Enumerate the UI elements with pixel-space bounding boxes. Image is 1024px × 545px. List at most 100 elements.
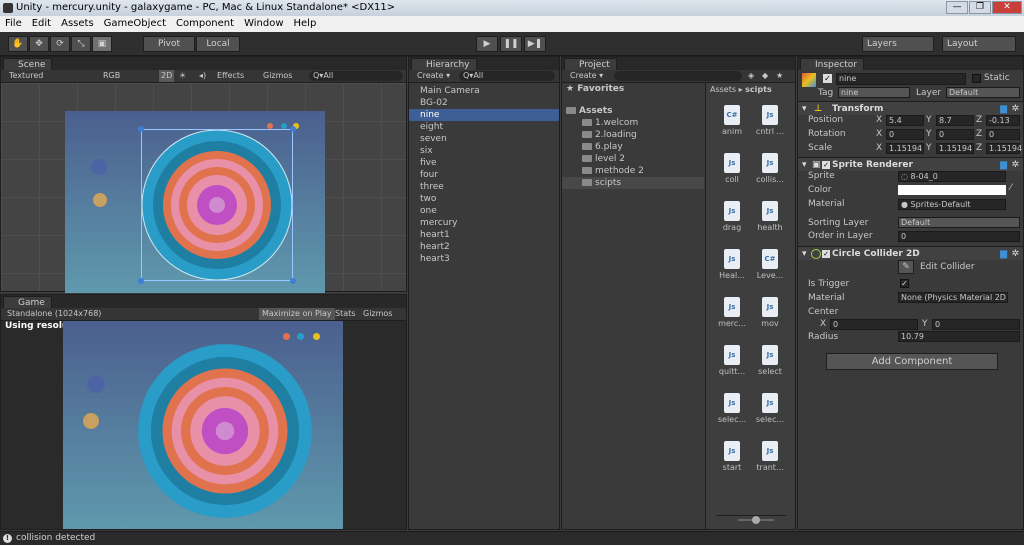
center-x-field[interactable]: 0 (830, 319, 918, 330)
hierarchy-item[interactable]: BG-02 (409, 97, 559, 109)
menu-component[interactable]: Component (171, 16, 239, 32)
hierarchy-search-input[interactable]: Q▾All (459, 71, 555, 81)
edit-collider-button[interactable]: ✎ (898, 260, 914, 274)
center-y-field[interactable]: 0 (932, 319, 1020, 330)
scene-search-input[interactable]: Q▾All (309, 71, 403, 81)
filter-type-icon[interactable]: ◈ (748, 70, 754, 82)
foldout-arrow-icon[interactable]: ▾ (802, 102, 807, 116)
lighting-icon[interactable]: ☀ (179, 70, 186, 82)
rotation-x-field[interactable]: 0 (886, 129, 924, 140)
scale-x-field[interactable]: 1.15194 (886, 143, 924, 154)
hierarchy-item[interactable]: seven (409, 133, 559, 145)
maximize-on-play-toggle[interactable]: Maximize on Play (259, 308, 335, 320)
gear-icon[interactable]: ✲ (1011, 158, 1019, 172)
asset-file[interactable]: Js select (746, 345, 794, 376)
help-book-icon[interactable]: ▆ (1000, 247, 1007, 261)
render-mode-dropdown[interactable]: RGB (103, 70, 120, 82)
tag-dropdown[interactable]: nine (838, 87, 910, 98)
is-trigger-checkbox[interactable]: ✓ (900, 279, 909, 288)
hierarchy-item[interactable]: heart2 (409, 241, 559, 253)
gizmos-dropdown[interactable]: Gizmos (263, 70, 292, 82)
hierarchy-item[interactable]: eight (409, 121, 559, 133)
layer-dropdown[interactable]: Default (946, 87, 1020, 98)
hierarchy-item[interactable]: two (409, 193, 559, 205)
object-name-field[interactable]: nine (836, 73, 966, 85)
help-book-icon[interactable]: ▆ (1000, 158, 1007, 172)
close-button[interactable]: ✕ (992, 1, 1022, 14)
pivot-toggle[interactable]: Pivot (143, 36, 195, 52)
aspect-dropdown[interactable]: Standalone (1024x768) (7, 308, 101, 320)
hierarchy-item[interactable]: heart3 (409, 253, 559, 265)
asset-file[interactable]: Js collis... (746, 153, 794, 184)
eyedropper-icon[interactable]: ⁄ (1010, 183, 1012, 193)
position-y-field[interactable]: 8.7 (936, 115, 974, 126)
sorting-layer-dropdown[interactable]: Default (898, 217, 1020, 228)
collider-material-field[interactable]: None (Physics Material 2D) (898, 292, 1008, 303)
foldout-arrow-icon[interactable]: ▾ (802, 247, 807, 261)
menu-assets[interactable]: Assets (56, 16, 99, 32)
active-checkbox[interactable]: ✓ (823, 74, 832, 83)
hierarchy-item[interactable]: three (409, 181, 559, 193)
menu-gameobject[interactable]: GameObject (99, 16, 171, 32)
mode-2d-toggle[interactable]: 2D (159, 70, 175, 82)
sprite-material-field[interactable]: ● Sprites-Default (898, 199, 1006, 210)
project-create-button[interactable]: Create ▾ (570, 70, 603, 82)
color-swatch[interactable] (898, 185, 1006, 195)
layers-dropdown[interactable]: Layers (862, 36, 934, 52)
collider-enabled-checkbox[interactable]: ✓ (822, 250, 830, 258)
hierarchy-item[interactable]: six (409, 145, 559, 157)
radius-field[interactable]: 10.79 (898, 331, 1020, 342)
folder-item[interactable]: methode 2 (562, 165, 704, 177)
rect-handle[interactable] (138, 278, 144, 284)
scale-tool-button[interactable]: ⤡ (71, 36, 91, 52)
slider-thumb[interactable] (752, 516, 760, 524)
breadcrumb-assets[interactable]: Assets (710, 85, 736, 94)
asset-file[interactable]: Js health (746, 201, 794, 232)
rotation-z-field[interactable]: 0 (986, 129, 1020, 140)
game-gizmos-dropdown[interactable]: Gizmos (363, 308, 392, 320)
tab-scene[interactable]: Scene (3, 58, 53, 70)
order-in-layer-field[interactable]: 0 (898, 231, 1020, 242)
scale-z-field[interactable]: 1.15194 (986, 143, 1022, 154)
assets-node[interactable]: Assets (562, 105, 704, 117)
hierarchy-item[interactable]: one (409, 205, 559, 217)
asset-file[interactable]: Js trant... (746, 441, 794, 472)
menu-file[interactable]: File (0, 16, 27, 32)
status-message[interactable]: collision detected (16, 533, 95, 543)
rotate-tool-button[interactable]: ⟳ (50, 36, 70, 52)
gear-icon[interactable]: ✲ (1011, 102, 1019, 116)
tab-game[interactable]: Game (3, 296, 52, 308)
folder-item[interactable]: 2.loading (562, 129, 704, 141)
hierarchy-item[interactable]: heart1 (409, 229, 559, 241)
menu-window[interactable]: Window (239, 16, 288, 32)
layout-dropdown[interactable]: Layout (942, 36, 1016, 52)
asset-file[interactable]: Js selec... (746, 393, 794, 424)
rotation-y-field[interactable]: 0 (936, 129, 974, 140)
hierarchy-item[interactable]: mercury (409, 217, 559, 229)
hand-tool-button[interactable]: ✋ (8, 36, 28, 52)
tab-project[interactable]: Project (564, 58, 617, 70)
rect-handle[interactable] (290, 278, 296, 284)
hierarchy-item-selected[interactable]: nine (409, 109, 559, 121)
project-search-input[interactable] (614, 71, 742, 81)
stats-toggle[interactable]: Stats (335, 308, 355, 320)
menu-edit[interactable]: Edit (27, 16, 56, 32)
audio-icon[interactable]: ◂) (199, 70, 206, 82)
maximize-button[interactable]: ❐ (969, 1, 991, 14)
menu-help[interactable]: Help (289, 16, 322, 32)
help-book-icon[interactable]: ▆ (1000, 102, 1007, 116)
step-button[interactable]: ▶❚ (524, 36, 546, 52)
static-checkbox[interactable] (972, 74, 981, 83)
asset-file[interactable]: C# Leve... (746, 249, 794, 280)
tab-hierarchy[interactable]: Hierarchy (411, 58, 477, 70)
circle-collider-header[interactable]: ▾ ✓ Circle Collider 2D ▆ ✲ (798, 246, 1023, 260)
minimize-button[interactable]: — (946, 1, 968, 14)
folder-item[interactable]: 6.play (562, 141, 704, 153)
position-x-field[interactable]: 5.4 (886, 115, 924, 126)
rect-handle[interactable] (138, 126, 144, 132)
folder-item[interactable]: level 2 (562, 153, 704, 165)
local-toggle[interactable]: Local (196, 36, 240, 52)
game-viewport[interactable]: Using resolution 373x280 (1, 321, 406, 529)
rect-tool-button[interactable]: ▣ (92, 36, 112, 52)
add-component-button[interactable]: Add Component (826, 353, 998, 370)
